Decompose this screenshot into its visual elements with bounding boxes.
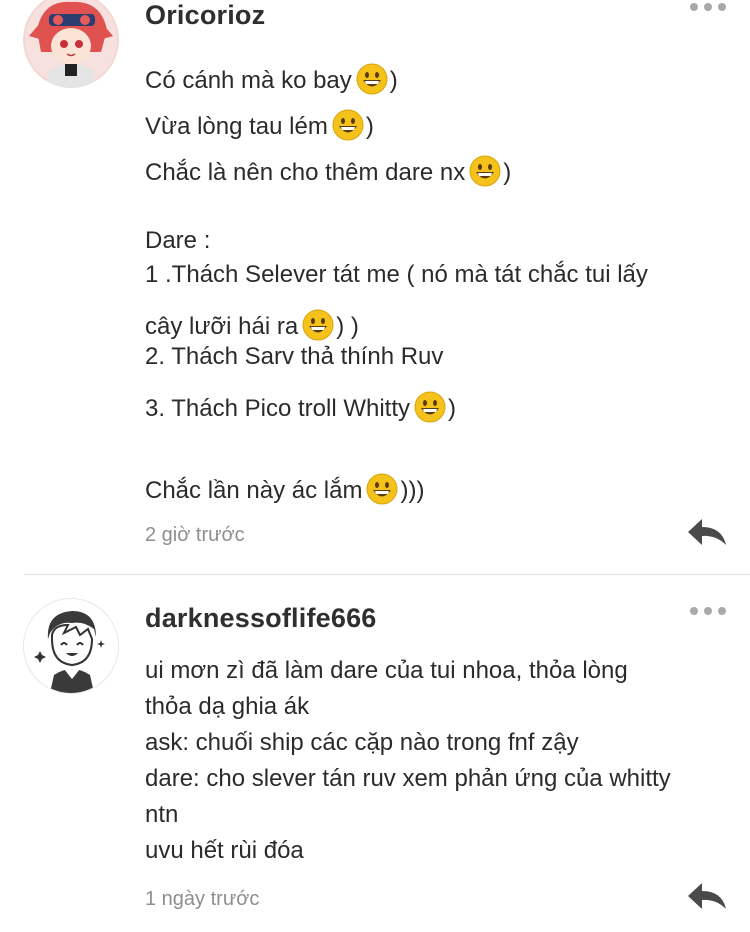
reply-arrow-icon[interactable]	[686, 517, 728, 552]
grinning-face-icon	[469, 155, 501, 194]
comment-line: uvu hết rùi đóa	[145, 837, 304, 865]
comment-line: Vừa lòng tau lém)	[145, 109, 374, 148]
line-text: dare: cho slever tán ruv xem phản ứng củ…	[145, 765, 671, 792]
comment-line: Chắc lần này ác lắm)))	[145, 473, 424, 512]
comment-line: ask: chuối ship các cặp nào trong fnf zậ…	[145, 729, 579, 757]
line-text: thỏa dạ ghia ák	[145, 693, 310, 720]
line-text: Vừa lòng tau lém	[145, 113, 328, 140]
line-text: Có cánh mà ko bay	[145, 67, 352, 94]
comment-line: ui mơn zì đã làm dare của tui nhoa, thỏa…	[145, 657, 628, 685]
line-text: ui mơn zì đã làm dare của tui nhoa, thỏa…	[145, 657, 628, 684]
line-text: ask: chuối ship các cặp nào trong fnf zậ…	[145, 729, 579, 756]
line-text: cây lưỡi hái ra	[145, 313, 299, 340]
line-suffix: )	[365, 113, 374, 140]
line-text: uvu hết rùi đóa	[145, 837, 304, 864]
more-dots-icon[interactable]	[690, 3, 726, 11]
grinning-face-icon	[366, 473, 398, 512]
line-suffix: ) )	[336, 313, 359, 340]
comment-line: ntn	[145, 801, 178, 829]
grinning-face-icon	[356, 63, 388, 102]
username[interactable]: darknessoflife666	[145, 603, 377, 634]
line-suffix: )	[447, 395, 456, 422]
line-text: Chắc lần này ác lắm	[145, 477, 363, 504]
comment-line: Có cánh mà ko bay)	[145, 63, 398, 102]
line-text: 1 .Thách Selever tát me ( nó mà tát chắc…	[145, 261, 648, 288]
comment-line: Dare :	[145, 227, 210, 255]
line-text: 2. Thách Sarv thả thính Ruv	[145, 343, 444, 370]
comment-line: thỏa dạ ghia ák	[145, 693, 309, 721]
comment-line: 2. Thách Sarv thả thính Ruv	[145, 343, 443, 371]
more-dots-icon[interactable]	[690, 607, 726, 615]
comment-line: Chắc là nên cho thêm dare nx)	[145, 155, 511, 194]
line-suffix: )	[389, 67, 398, 94]
timestamp: 1 ngày trước	[145, 888, 260, 910]
avatar[interactable]	[23, 598, 119, 694]
comment-line: dare: cho slever tán ruv xem phản ứng củ…	[145, 765, 671, 793]
reply-arrow-icon[interactable]	[686, 881, 728, 916]
line-text: ntn	[145, 801, 179, 828]
line-suffix: )	[503, 159, 512, 186]
line-text: Chắc là nên cho thêm dare nx	[145, 159, 466, 186]
timestamp: 2 giờ trước	[145, 524, 245, 546]
line-suffix: )))	[400, 477, 425, 504]
comment-line: 3. Thách Pico troll Whitty)	[145, 391, 456, 430]
username[interactable]: Oricorioz	[145, 0, 265, 31]
divider	[24, 574, 750, 575]
avatar[interactable]	[23, 0, 119, 88]
grinning-face-icon	[332, 109, 364, 148]
grinning-face-icon	[414, 391, 446, 430]
line-text: 3. Thách Pico troll Whitty	[145, 395, 410, 422]
comment-line: 1 .Thách Selever tát me ( nó mà tát chắc…	[145, 261, 648, 289]
line-text: Dare :	[145, 227, 211, 254]
